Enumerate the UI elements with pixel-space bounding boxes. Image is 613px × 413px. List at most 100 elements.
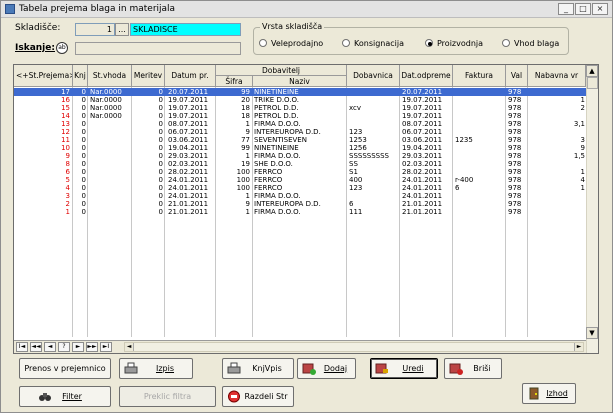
table-row[interactable]: 4 0 0 24.01.2011 100 FERRCO 123 24.01.2011 6 978 1 (14, 184, 586, 192)
cell-st: 13 (61, 120, 70, 128)
nav-button-6[interactable]: ►I (100, 342, 112, 352)
cell-val: 978 (508, 192, 522, 200)
cell-dob (349, 120, 398, 128)
scroll-up-icon[interactable]: ▲ (586, 65, 598, 77)
cell-knj: 0 (81, 184, 86, 192)
filter-button[interactable]: Filter (19, 386, 111, 407)
table-row[interactable]: 6 0 0 28.02.2011 100 FERRCO S1 28.02.2011 978 1 (14, 168, 586, 176)
cell-naz: FIRMA D.O.O. (254, 192, 301, 200)
preklic-filtra-button[interactable]: Preklic filtra (119, 386, 216, 407)
skladisce-code-field[interactable]: 1 (75, 23, 115, 36)
col-header-naziv[interactable]: Naziv (253, 76, 347, 87)
cell-dat: 19.07.2011 (168, 104, 209, 112)
scroll-right-icon[interactable]: ► (574, 343, 583, 351)
col-header-datum[interactable]: Datum pr. (165, 65, 216, 87)
table-row[interactable]: 10 0 0 19.04.2011 99 NINETINEINE 1256 19.04.201… (14, 144, 586, 152)
col-header-nabavna[interactable]: Nabavna vr (528, 65, 586, 87)
cell-st: 12 (61, 128, 70, 136)
table-row[interactable]: 15 0 Nar.0000 0 19.07.2011 18 PETROL D.D. xcv 19… (14, 104, 586, 112)
maximize-button[interactable]: □ (575, 3, 591, 15)
cell-sif: 99 (241, 88, 250, 96)
radio-proizvodnja[interactable]: Proizvodnja (425, 39, 483, 48)
cell-naz: FIRMA D.O.O. (254, 120, 301, 128)
cell-val: 978 (508, 120, 522, 128)
table-row[interactable]: 14 0 Nar.0000 0 19.07.2011 18 PETROL D.D. 19.07… (14, 112, 586, 120)
cell-knj: 0 (81, 168, 86, 176)
nav-button-2[interactable]: ◄ (44, 342, 56, 352)
vertical-scrollbar[interactable]: ▲ ▼ (586, 65, 598, 353)
table-row[interactable]: 17 0 Nar.0000 0 20.07.2011 99 NINETINEINE 20.07… (14, 88, 586, 96)
col-header-faktura[interactable]: Faktura (453, 65, 506, 87)
cell-mer: 0 (158, 176, 163, 184)
radio-konsignacija[interactable]: Konsignacija (342, 39, 404, 48)
cell-vhod (90, 176, 130, 184)
cell-val: 978 (508, 208, 522, 216)
col-header-val[interactable]: Val (506, 65, 528, 87)
dodaj-button[interactable]: Dodaj (297, 358, 356, 379)
cell-sif: 18 (241, 104, 250, 112)
prenos-button[interactable]: Prenos v prejemnico (19, 358, 111, 379)
col-header-dobavitelj[interactable]: Dobavitelj (216, 65, 347, 76)
cell-st: 14 (61, 112, 70, 120)
scroll-down-icon[interactable]: ▼ (586, 327, 598, 339)
nav-button-3[interactable]: ? (58, 342, 70, 352)
search-icon[interactable]: ab (56, 42, 68, 54)
radio-veleprodajno[interactable]: Veleprodajno (259, 39, 323, 48)
col-header-knj[interactable]: Knj (73, 65, 88, 87)
knjvpis-button[interactable]: KnjVpis (222, 358, 294, 379)
cell-nab: 1 (580, 184, 585, 192)
cell-val: 978 (508, 136, 522, 144)
close-button[interactable]: × (592, 3, 608, 15)
table-row[interactable]: 11 0 0 03.06.2011 77 SEVENTISEVEN 1253 03.06.20… (14, 136, 586, 144)
nav-button-1[interactable]: ◄◄ (30, 342, 42, 352)
table-row[interactable]: 8 0 0 02.03.2011 19 SHE D.O.O. SS 02.03.2011 978 (14, 160, 586, 168)
cell-st: 3 (65, 192, 70, 200)
cell-mer: 0 (158, 128, 163, 136)
nav-button-0[interactable]: I◄ (16, 342, 28, 352)
uredi-button[interactable]: Uredi (370, 358, 438, 379)
cell-st: 5 (65, 176, 70, 184)
col-header-dat-odpreme[interactable]: Dat.odpreme (400, 65, 453, 87)
table-row[interactable]: 9 0 0 29.03.2011 1 FIRMA D.O.O. SSSSSSSSS 29.03… (14, 152, 586, 160)
nav-button-4[interactable]: ► (72, 342, 84, 352)
table-row[interactable]: 2 0 0 21.01.2011 9 INTEREUROPA D.D. 6 21.01.201… (14, 200, 586, 208)
table-row[interactable]: 1 0 0 21.01.2011 1 FIRMA D.O.O. 111 21.01.2011 9… (14, 208, 586, 216)
exit-door-icon (529, 387, 539, 400)
cell-val: 978 (508, 152, 522, 160)
nav-button-5[interactable]: ►► (86, 342, 98, 352)
cell-knj: 0 (81, 152, 86, 160)
binoculars-icon (39, 393, 51, 401)
cell-naz: PETROL D.D. (254, 112, 299, 120)
col-header-dobavnica[interactable]: Dobavnica (347, 65, 400, 87)
table-row[interactable]: 16 0 Nar.0000 0 19.07.2011 20 TRIKE D.O.O. 19.0… (14, 96, 586, 104)
cell-st: 15 (61, 104, 70, 112)
search-input[interactable] (75, 42, 241, 55)
minimize-button[interactable]: _ (558, 3, 574, 15)
razdeli-str-button[interactable]: Razdeli Str (222, 386, 294, 407)
table-row[interactable]: 13 0 0 08.07.2011 1 FIRMA D.O.O. 08.07.2011 978… (14, 120, 586, 128)
table-row[interactable]: 3 0 0 24.01.2011 1 FIRMA D.O.O. 24.01.2011 978 (14, 192, 586, 200)
cell-naz: FERRCO (254, 184, 283, 192)
col-header-sifra[interactable]: Šifra (216, 76, 253, 87)
cell-nab: 2 (580, 104, 585, 112)
prejem-table[interactable]: <+St.Prejema> Knj St.vhoda Meritev Datum… (13, 64, 599, 354)
izpis-button[interactable]: Izpis (119, 358, 193, 379)
table-row[interactable]: 12 0 0 06.07.2011 9 INTEREUROPA D.D. 123 06.07.… (14, 128, 586, 136)
izhod-button[interactable]: Izhod (522, 383, 576, 404)
skladisce-browse-button[interactable]: ... (115, 23, 129, 36)
brisi-button[interactable]: Briši (444, 358, 502, 379)
cell-mer: 0 (158, 88, 163, 96)
cell-odp: 28.02.2011 (402, 168, 443, 176)
cell-nab: 1 (580, 168, 585, 176)
radio-vhod-blaga[interactable]: Vhod blaga (502, 39, 559, 48)
scroll-left-icon[interactable]: ◄ (125, 343, 134, 351)
scroll-thumb[interactable] (587, 77, 598, 89)
col-header-st-prejema[interactable]: <+St.Prejema> (14, 65, 73, 87)
cell-st: 8 (65, 160, 70, 168)
horizontal-scrollbar[interactable]: ◄ ► (124, 342, 584, 352)
cell-knj: 0 (81, 192, 86, 200)
col-header-meritev[interactable]: Meritev (132, 65, 165, 87)
table-row[interactable]: 5 0 0 24.01.2011 100 FERRCO 400 24.01.2011 r-400… (14, 176, 586, 184)
cell-sif: 18 (241, 112, 250, 120)
col-header-st-vhoda[interactable]: St.vhoda (88, 65, 132, 87)
